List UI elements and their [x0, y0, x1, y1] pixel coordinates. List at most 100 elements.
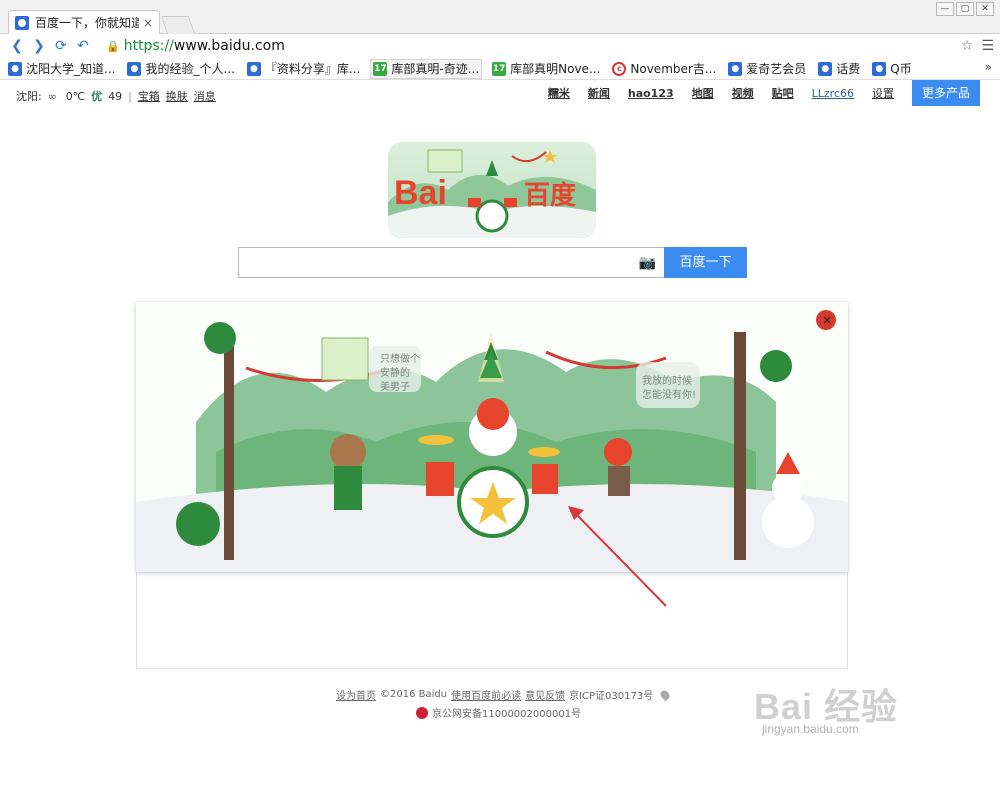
set-homepage-link[interactable]: 设为首页	[336, 687, 376, 702]
paw-icon: ●	[127, 61, 142, 76]
close-doodle-icon[interactable]: ×	[822, 313, 832, 327]
bookmarks-overflow-button[interactable]: »	[985, 60, 992, 74]
baidu-logo-doodle[interactable]: Bai 百度	[388, 142, 596, 238]
forward-icon[interactable]: ❯	[28, 35, 50, 57]
watermark-url: jingyan.baidu.com	[762, 722, 859, 736]
jingyan-watermark: Bai 经验 jingyan.baidu.com	[754, 678, 898, 736]
url-scheme: https://	[123, 38, 174, 54]
bookmark-item[interactable]: ● 我的经验_个人...	[125, 59, 236, 79]
christmas-doodle-banner[interactable]: × 只想做个 安静的 美男子 我放的时候 怎能没有你!	[136, 302, 848, 572]
camera-icon[interactable]: 📷	[639, 255, 656, 271]
paw-icon: ●	[818, 61, 833, 76]
police-emblem-icon	[416, 706, 428, 719]
scrollbar[interactable]	[980, 80, 1000, 788]
star-icon[interactable]: ☆	[961, 38, 974, 54]
more-products-button[interactable]: 更多产品	[912, 80, 980, 106]
paw-icon	[15, 15, 29, 30]
bookmark-item[interactable]: ● 沈阳大学_知道...	[6, 59, 117, 79]
bookmark-item[interactable]: ● 『资料分享』库...	[245, 59, 362, 79]
bookmark-item[interactable]: ● 爱奇艺会员	[726, 59, 808, 79]
bookmark-label: 我的经验_个人...	[145, 62, 235, 76]
browser-toolbar: ❮ ❯ ⟳ ↶ 🔒 https://www.baidu.com ☆ ☰	[0, 34, 1000, 58]
bubble-left-line-3: 美男子	[380, 380, 410, 393]
police-record-text: 京公网安备11000002000001号	[432, 709, 582, 720]
baidu-homepage: 沈阳: ∞ 0℃ 优 49 | 宝箱 换肤 消息 糯米 新闻 hao123 地图…	[2, 80, 980, 788]
nav-map[interactable]: 地图	[692, 85, 714, 101]
city-label: 沈阳:	[16, 90, 42, 103]
icp-text: 京ICP证030173号	[569, 691, 654, 702]
back-icon[interactable]: ❮	[6, 35, 28, 57]
cloud-icon: ∞	[47, 89, 57, 103]
maximize-button[interactable]: ▢	[956, 2, 974, 16]
browser-tab[interactable]: 百度一下，你就知道 ×	[8, 10, 160, 34]
bookmark-item[interactable]: 17 库部真明Nove...	[490, 59, 602, 79]
bookmark-label: 『资料分享』库...	[264, 62, 361, 76]
url-text: https://www.baidu.com	[124, 38, 285, 54]
bookmark-item[interactable]: c November吉...	[610, 59, 718, 79]
divider: |	[128, 89, 132, 103]
footer-links: 设为首页 ©2016 Baidu 使用百度前必读 意见反馈 京ICP证03017…	[336, 687, 673, 702]
bookmark-label: 库部真明Nove...	[510, 62, 601, 76]
bubble-right-line-2: 怎能没有你!	[642, 388, 696, 401]
location-pin-icon	[658, 688, 672, 701]
nav-news[interactable]: 新闻	[588, 85, 610, 101]
skin-link[interactable]: 换肤	[166, 88, 188, 104]
seventeen-icon: 17	[373, 61, 388, 76]
doodle-illustration: × 只想做个 安静的 美男子 我放的时候 怎能没有你!	[136, 302, 848, 572]
treasure-link[interactable]: 宝箱	[138, 88, 160, 104]
bookmark-label: November吉...	[630, 62, 717, 76]
nav-tieba[interactable]: 贴吧	[772, 85, 794, 101]
menu-icon[interactable]: ☰	[981, 38, 994, 54]
top-nav: 糯米 新闻 hao123 地图 视频 贴吧 LLzrc66 设置 更多产品	[548, 80, 980, 106]
bookmark-label: 库部真明-奇迹...	[391, 62, 480, 76]
nav-hao123[interactable]: hao123	[628, 87, 674, 100]
paw-icon: ●	[246, 61, 261, 76]
search-button[interactable]: 百度一下	[664, 247, 747, 278]
close-window-button[interactable]: ✕	[976, 2, 994, 16]
bookmark-label: 爱奇艺会员	[746, 62, 807, 76]
bubble-right-line-1: 我放的时候	[642, 374, 692, 387]
aqi-value: 49	[108, 89, 123, 103]
footer-police: 京公网安备11000002000001号	[416, 705, 581, 720]
window-controls: — ▢ ✕	[936, 2, 994, 16]
logo-illustration: Bai 百度	[388, 149, 596, 238]
user-name-link[interactable]: LLzrc66	[812, 87, 854, 100]
new-tab-button[interactable]	[160, 16, 196, 34]
settings-link[interactable]: 设置	[872, 85, 894, 101]
search-input[interactable]: 📷	[238, 247, 664, 278]
bookmark-label: Q币	[890, 62, 912, 76]
bookmark-label: 沈阳大学_知道...	[26, 62, 116, 76]
nav-nuomi[interactable]: 糯米	[548, 85, 570, 101]
logo-text-left: Bai	[394, 174, 447, 212]
feedback-link[interactable]: 意见反馈	[525, 687, 565, 702]
bookmark-label: 话费	[836, 62, 861, 76]
c-icon: c	[612, 61, 627, 76]
address-bar[interactable]: 🔒 https://www.baidu.com	[100, 36, 961, 56]
terms-link[interactable]: 使用百度前必读	[451, 687, 521, 702]
browser-titlebar: 百度一下，你就知道 × — ▢ ✕	[0, 0, 1000, 34]
paw-icon: ●	[872, 61, 887, 76]
url-host: www.baidu.com	[173, 38, 285, 54]
tab-title: 百度一下，你就知道	[35, 16, 139, 30]
bookmark-item[interactable]: ● Q币	[870, 59, 913, 79]
message-link[interactable]: 消息	[194, 88, 216, 104]
annotation-arrow	[568, 506, 667, 607]
aqi-label: 优	[91, 90, 103, 103]
search-row: 📷 百度一下	[238, 247, 747, 278]
logo-text-right: 百度	[524, 180, 576, 211]
bookmark-item[interactable]: ● 话费	[816, 59, 862, 79]
weather-bar: 沈阳: ∞ 0℃ 优 49 | 宝箱 换肤 消息	[16, 88, 222, 104]
seventeen-icon: 17	[492, 61, 507, 76]
tab-close-icon[interactable]: ×	[143, 16, 153, 30]
bookmark-item[interactable]: 17 库部真明-奇迹...	[370, 58, 483, 79]
bubble-left-line-1: 只想做个	[380, 352, 420, 365]
undo-icon[interactable]: ↶	[72, 35, 94, 57]
copyright-text: ©2016 Baidu	[380, 689, 448, 700]
paw-icon: ●	[8, 61, 22, 76]
paw-icon: ●	[728, 61, 743, 76]
temperature: 0℃	[65, 89, 86, 103]
lock-icon: 🔒	[106, 39, 120, 53]
nav-video[interactable]: 视频	[732, 85, 754, 101]
refresh-icon[interactable]: ⟳	[50, 35, 72, 57]
minimize-button[interactable]: —	[936, 2, 954, 16]
